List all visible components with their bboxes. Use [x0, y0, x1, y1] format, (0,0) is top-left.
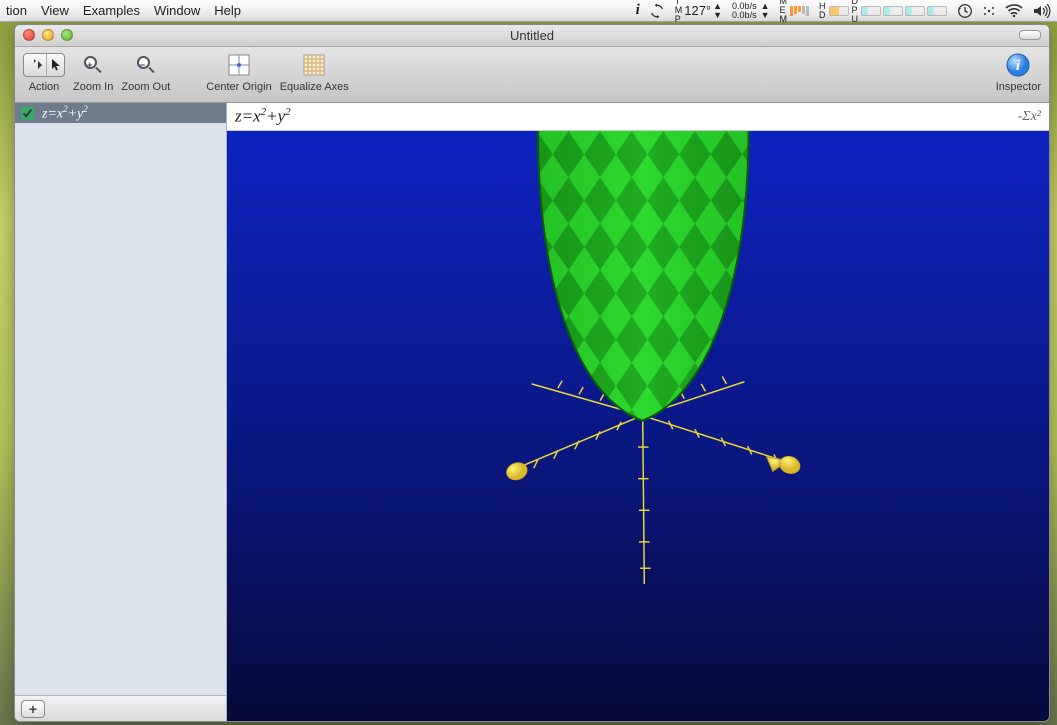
action-segmented-control	[23, 53, 65, 77]
temperature-indicator[interactable]: TMP 127° ▲▼	[675, 0, 722, 24]
disk-usage-icon[interactable]: HD DPU	[819, 0, 947, 24]
toolbar-label: Action	[29, 81, 60, 93]
volume-icon[interactable]	[1033, 4, 1051, 18]
action-tool: Action	[23, 51, 65, 93]
info-icon[interactable]: i	[636, 2, 640, 19]
menu-item[interactable]: Help	[214, 3, 241, 18]
current-expression[interactable]: z=x2+y2	[235, 106, 291, 127]
app-window: Untitled Action + Zoom In − Z	[14, 24, 1050, 722]
add-equation-button[interactable]: +	[21, 700, 45, 718]
menu-item[interactable]: tion	[6, 3, 27, 18]
toolbar-label: Inspector	[996, 81, 1041, 93]
menubar-left: tion View Examples Window Help	[6, 3, 241, 18]
system-menubar: tion View Examples Window Help i TMP 127…	[0, 0, 1057, 22]
sidebar-footer: +	[15, 695, 226, 721]
menubar-right: i TMP 127° ▲▼ 0.0b/s0.0b/s ▲▼ MEM HD	[636, 0, 1051, 24]
toolbar-label: Equalize Axes	[280, 81, 349, 93]
action-menu-button[interactable]	[24, 54, 47, 76]
minimize-button[interactable]	[42, 29, 54, 41]
window-controls	[23, 29, 73, 41]
zoom-button[interactable]	[61, 29, 73, 41]
equalize-axes-tool[interactable]: Equalize Axes	[280, 51, 349, 93]
menu-item[interactable]: Window	[154, 3, 200, 18]
center-origin-tool[interactable]: Center Origin	[206, 51, 271, 93]
pointer-tool-button[interactable]	[47, 54, 64, 76]
window-title: Untitled	[510, 28, 554, 43]
inspector-tool[interactable]: i Inspector	[996, 51, 1041, 93]
network-speed-indicator[interactable]: 0.0b/s0.0b/s ▲▼	[732, 2, 769, 20]
wifi-icon[interactable]	[1005, 4, 1023, 18]
toolbar-label: Zoom In	[73, 81, 113, 93]
plot-canvas[interactable]	[227, 131, 1049, 721]
toolbar-label: Zoom Out	[121, 81, 170, 93]
sync-icon[interactable]	[650, 4, 665, 18]
equation-sidebar: z=x2+y2 +	[15, 103, 227, 721]
equation-text: z=x2+y2	[42, 104, 88, 123]
memory-meter-icon[interactable]: MEM	[780, 0, 810, 24]
expression-bar: z=x2+y2 -Σx²	[227, 103, 1049, 131]
sidebar-empty-area[interactable]	[15, 123, 226, 695]
menu-item[interactable]: Examples	[83, 3, 140, 18]
equation-list-item[interactable]: z=x2+y2	[15, 103, 226, 123]
zoom-out-tool[interactable]: − Zoom Out	[121, 51, 170, 93]
workspace: z=x2+y2 + z=x2+y2 -Σx²	[15, 103, 1049, 721]
toolbar-label: Center Origin	[206, 81, 271, 93]
toolbar-pill-icon[interactable]	[1019, 30, 1041, 40]
equation-visibility-checkbox[interactable]	[21, 107, 34, 120]
close-button[interactable]	[23, 29, 35, 41]
canvas-area: z=x2+y2 -Σx²	[227, 103, 1049, 721]
window-titlebar[interactable]: Untitled	[15, 25, 1049, 47]
toolbar: Action + Zoom In − Zoom Out Center Origi…	[15, 47, 1049, 103]
zoom-in-tool[interactable]: + Zoom In	[73, 51, 113, 93]
time-machine-icon[interactable]	[957, 3, 973, 19]
menu-item[interactable]: View	[41, 3, 69, 18]
bluetooth-icon[interactable]	[983, 3, 995, 19]
sigma-button[interactable]: -Σx²	[1018, 109, 1041, 125]
